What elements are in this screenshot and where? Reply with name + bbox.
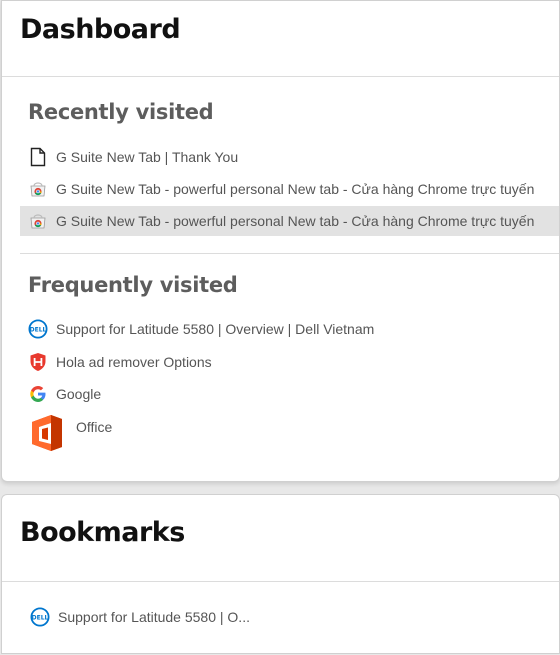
- recent-item-selected[interactable]: G Suite New Tab - powerful personal New …: [20, 206, 559, 236]
- frequent-item-label: Support for Latitude 5580 | Overview | D…: [56, 321, 375, 337]
- dashboard-title: Dashboard: [20, 14, 181, 45]
- frequent-item[interactable]: Google: [20, 379, 559, 409]
- bookmarks-card: Bookmarks DELL Support for Latitude 5580…: [1, 494, 560, 654]
- file-icon: [28, 147, 48, 167]
- google-icon: [28, 384, 48, 404]
- svg-text:DELL: DELL: [32, 614, 49, 621]
- dell-icon: DELL: [30, 607, 50, 627]
- dashboard-divider: [2, 76, 559, 77]
- recent-item-label: G Suite New Tab - powerful personal New …: [56, 213, 535, 229]
- dell-icon: DELL: [28, 319, 48, 339]
- hola-shield-icon: [28, 352, 48, 372]
- recently-visited-title: Recently visited: [28, 100, 214, 124]
- svg-text:DELL: DELL: [30, 326, 47, 333]
- chrome-webstore-icon: [28, 179, 48, 199]
- frequent-item-label: Office: [76, 419, 113, 435]
- frequent-item-label: Google: [56, 386, 102, 402]
- bookmarks-divider: [2, 581, 559, 582]
- section-divider: [20, 253, 559, 254]
- chrome-webstore-icon: [28, 211, 48, 231]
- recent-item[interactable]: G Suite New Tab | Thank You: [20, 142, 559, 172]
- frequent-item[interactable]: Hola ad remover Options: [20, 347, 559, 377]
- bookmark-item-label: Support for Latitude 5580 | O...: [58, 609, 250, 625]
- dashboard-card: Dashboard Recently visited G Suite New T…: [1, 0, 560, 482]
- recent-item-label: G Suite New Tab | Thank You: [56, 149, 239, 165]
- frequently-visited-title: Frequently visited: [28, 273, 238, 297]
- bookmarks-title: Bookmarks: [20, 517, 185, 548]
- recent-item[interactable]: G Suite New Tab - powerful personal New …: [20, 174, 559, 204]
- frequent-item-label: Hola ad remover Options: [56, 354, 212, 370]
- frequent-item[interactable]: DELL Support for Latitude 5580 | Overvie…: [20, 314, 559, 344]
- frequent-item[interactable]: Office: [20, 412, 559, 458]
- bookmark-item[interactable]: DELL Support for Latitude 5580 | O...: [22, 602, 559, 632]
- office-icon: [28, 412, 66, 454]
- recent-item-label: G Suite New Tab - powerful personal New …: [56, 181, 535, 197]
